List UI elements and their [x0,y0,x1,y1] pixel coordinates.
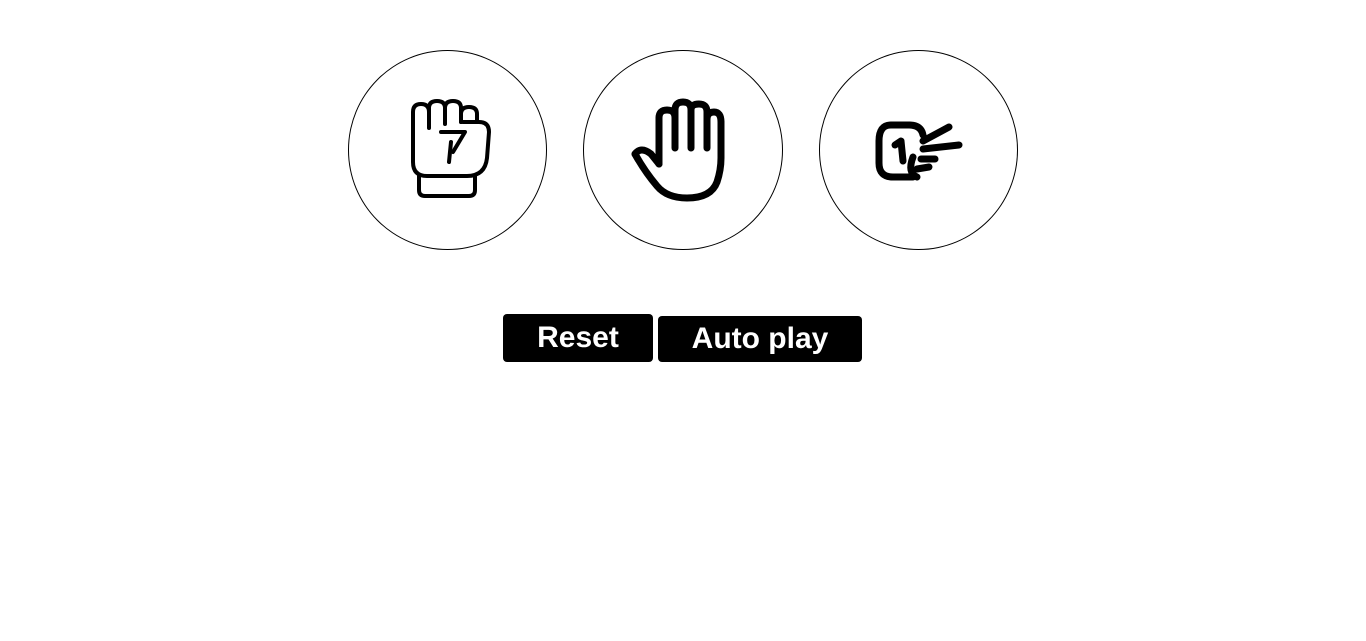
move-choices [348,50,1018,250]
paper-hand-icon [631,98,725,202]
scissors-hand-icon [875,121,963,181]
rock-fist-icon [410,99,491,198]
reset-button[interactable]: Reset [503,314,653,362]
auto-play-button[interactable]: Auto play [658,316,862,362]
paper-button[interactable] [583,50,783,250]
rock-paper-scissors-game: Reset Auto play [0,0,1366,641]
rock-button[interactable] [348,50,548,250]
game-controls: Reset Auto play [503,314,862,362]
scissors-button[interactable] [818,50,1018,250]
